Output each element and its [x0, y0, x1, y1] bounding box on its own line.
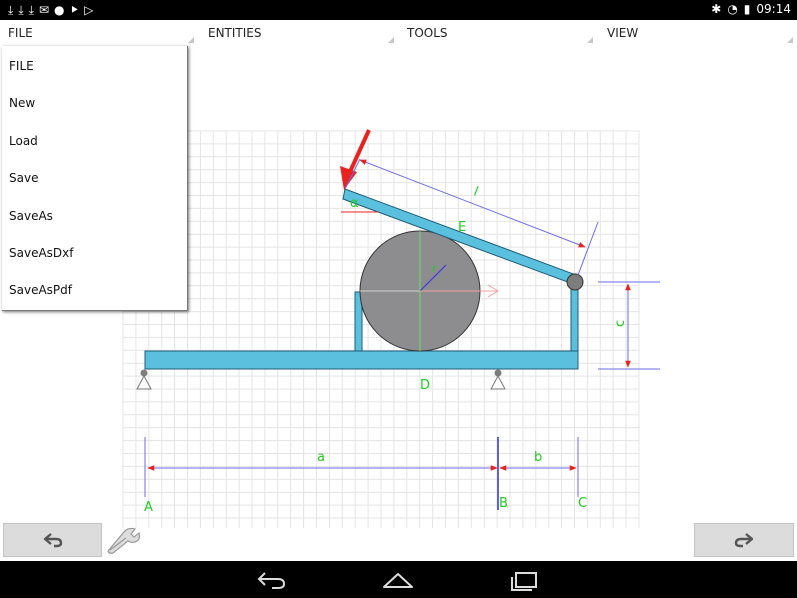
label-alpha: α	[350, 196, 359, 211]
undo-icon	[43, 533, 62, 548]
redo-button[interactable]	[694, 523, 794, 557]
menu-view[interactable]: VIEW	[599, 20, 797, 46]
label-C: C	[578, 496, 587, 511]
menu-entities-label: ENTITIES	[208, 26, 262, 40]
wrench-icon[interactable]	[106, 526, 144, 554]
menu-entities[interactable]: ENTITIES	[200, 20, 398, 46]
support-right	[490, 369, 506, 390]
dimension-c	[598, 281, 660, 370]
base-beam[interactable]	[144, 350, 579, 370]
hinge[interactable]	[566, 273, 584, 291]
right-post[interactable]	[570, 286, 579, 352]
label-B: B	[499, 496, 508, 511]
home-icon[interactable]	[382, 569, 414, 591]
menu-tools[interactable]: TOOLS	[399, 20, 597, 46]
menu-item-save-as-dxf[interactable]: SaveAsDxf	[2, 233, 187, 270]
label-A: A	[144, 500, 153, 515]
label-dim-l: l	[471, 185, 480, 200]
menu-view-label: VIEW	[607, 26, 639, 40]
label-D: D	[420, 378, 430, 393]
force-arrow[interactable]	[340, 129, 371, 190]
menu-item-save[interactable]: Save	[2, 158, 187, 195]
menu-file[interactable]: FILE	[0, 20, 198, 46]
menu-indicator-icon	[388, 37, 394, 43]
redo-icon	[734, 533, 754, 548]
label-E: E	[458, 220, 466, 235]
menu-item-save-as[interactable]: SaveAs	[2, 196, 187, 233]
file-menu-header[interactable]: FILE	[2, 46, 187, 83]
label-r: r	[432, 262, 437, 275]
label-dim-c: c	[613, 320, 628, 327]
menu-indicator-icon	[587, 37, 593, 43]
menu-item-load[interactable]: Load	[2, 121, 187, 158]
dimension-a	[144, 437, 498, 497]
back-icon[interactable]	[256, 570, 288, 590]
menu-tools-label: TOOLS	[407, 26, 448, 40]
undo-button[interactable]	[3, 523, 102, 557]
menu-bar: FILE ENTITIES TOOLS VIEW	[0, 20, 797, 46]
menu-indicator-icon	[188, 37, 194, 43]
navigation-bar	[0, 561, 797, 598]
menu-indicator-icon	[787, 37, 793, 43]
label-dim-b: b	[534, 450, 542, 465]
file-dropdown-menu: FILE New Load Save SaveAs SaveAsDxf Save…	[2, 46, 188, 311]
label-dim-a: a	[317, 450, 325, 465]
recents-icon[interactable]	[508, 569, 540, 591]
menu-file-label: FILE	[8, 26, 33, 40]
menu-item-save-as-pdf[interactable]: SaveAsPdf	[2, 270, 187, 307]
menu-item-new[interactable]: New	[2, 83, 187, 120]
